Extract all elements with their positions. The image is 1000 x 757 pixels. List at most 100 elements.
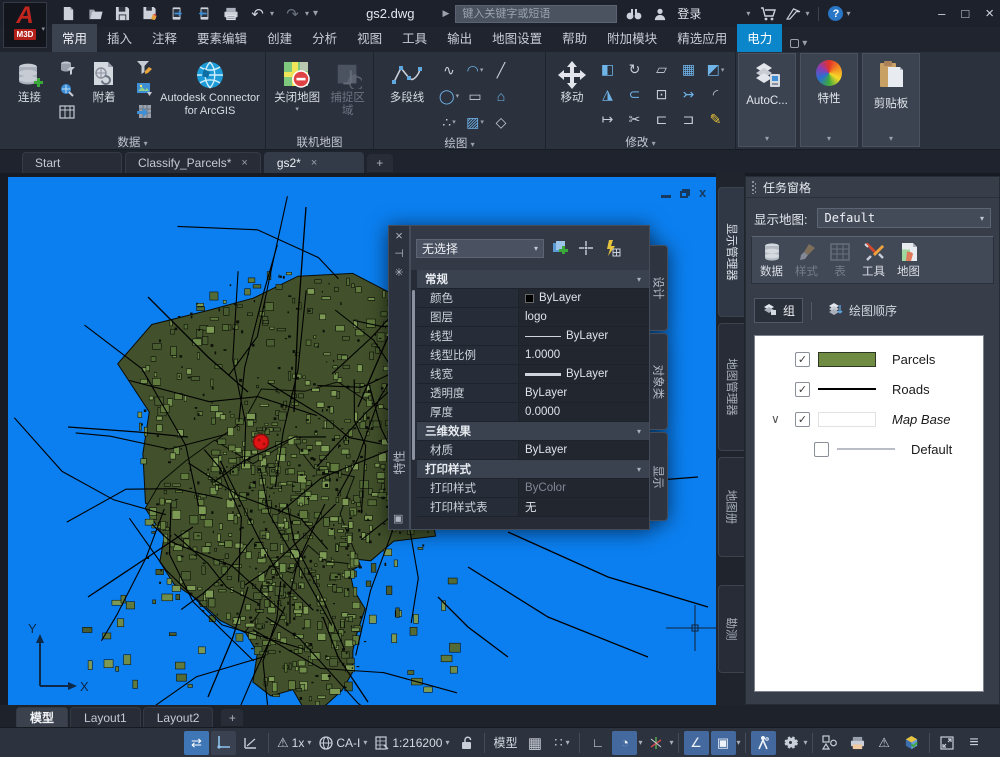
join-icon[interactable]: ↣ — [675, 82, 702, 107]
hatch-icon[interactable]: ▨ ▾ — [462, 109, 488, 135]
object-snap-icon[interactable]: ▣ — [710, 730, 736, 755]
property-value[interactable]: 0.0000 — [519, 403, 649, 421]
taskpane-tool-4[interactable]: 工具 — [862, 242, 885, 279]
legend-checkbox[interactable]: ✓ — [795, 411, 810, 427]
task-pane-titlebar[interactable]: 任务窗格 — [746, 177, 999, 198]
palette-tab-2[interactable]: 对象类 — [650, 333, 668, 430]
model-space-button[interactable]: 模型 — [490, 731, 520, 755]
file-tab-close-icon[interactable]: × — [241, 157, 247, 169]
close-button[interactable]: × — [985, 5, 994, 22]
ribbon-tab-5[interactable]: 创建 — [257, 24, 302, 52]
map-import-icon[interactable] — [135, 103, 153, 121]
app-store-cart-icon[interactable] — [759, 5, 776, 22]
connect-button[interactable]: 连接 — [4, 55, 55, 134]
search-input[interactable] — [455, 4, 618, 23]
palette-tab-1[interactable]: 设计 — [650, 245, 668, 331]
panel-modify-label[interactable]: 修改 ▾ — [546, 134, 735, 150]
ribbon-tab-11[interactable]: 帮助 — [552, 24, 597, 52]
drag-handle-icon[interactable] — [752, 180, 756, 194]
circle-icon[interactable]: ◯ ▾ — [436, 83, 462, 109]
ribbon-tab-8[interactable]: 工具 — [392, 24, 437, 52]
image-insert-icon[interactable] — [135, 81, 153, 99]
search-expand-icon[interactable]: ▶ — [442, 8, 449, 19]
panel-autocad[interactable]: AutoC... ▾ — [738, 53, 796, 147]
minimize-button[interactable]: – — [938, 6, 945, 21]
ribbon-tab-10[interactable]: 地图设置 — [482, 24, 552, 52]
ribbon-tab-6[interactable]: 分析 — [302, 24, 347, 52]
legend-checkbox[interactable]: ✓ — [795, 381, 810, 397]
legend-checkbox[interactable] — [814, 441, 829, 457]
lengthen-icon[interactable]: ↦ — [594, 107, 621, 132]
ribbon-tab-13[interactable]: 精选应用 — [667, 24, 737, 52]
quick-select-icon[interactable] — [550, 238, 570, 258]
ribbon-tab-3[interactable]: 注释 — [142, 24, 187, 52]
file-tab-close-icon[interactable]: × — [311, 157, 317, 169]
overlap-icon[interactable]: ◩ ▾ — [702, 57, 729, 82]
ribbon-tab-4[interactable]: 要素编辑 — [187, 24, 257, 52]
customization-menu-icon[interactable]: ≡ — [962, 731, 987, 755]
polyline-button[interactable]: 多段线 — [378, 55, 436, 135]
taskpane-tool-1[interactable]: 数据 — [760, 242, 783, 279]
polar-tracking-icon[interactable]: ◔ — [612, 730, 638, 755]
expand-chevron-icon[interactable]: ∨ — [771, 412, 795, 426]
taskpane-tool-5[interactable]: 地图 — [897, 242, 920, 279]
map-scale-button[interactable]: 1:216200 ▾ — [372, 731, 452, 755]
break-point-icon[interactable]: ⊐ — [675, 107, 702, 132]
array-icon[interactable]: ▦ — [675, 57, 702, 82]
autodesk-logo-icon[interactable] — [785, 5, 802, 22]
open-file-icon[interactable] — [87, 5, 104, 22]
panel-properties[interactable]: 特性 ▾ — [800, 53, 858, 147]
legend-checkbox[interactable]: ✓ — [795, 351, 810, 367]
copy-icon[interactable]: ◧ — [594, 57, 621, 82]
arcgis-connector-button[interactable]: Autodesk Connector for ArcGIS — [159, 55, 261, 134]
coordinate-system-button[interactable]: CA-I ▾ — [316, 731, 370, 755]
section-collapse-icon[interactable]: ▾ — [637, 427, 641, 436]
new-drawing-tab-button[interactable]: + — [366, 154, 393, 172]
layout-tab-模型[interactable]: 模型 — [16, 707, 69, 727]
file-tab[interactable]: Start — [22, 152, 122, 173]
stretch-icon[interactable]: ▱ — [648, 57, 675, 82]
dock-tab-3[interactable]: 地图册 — [718, 457, 744, 557]
plot-status-icon[interactable] — [845, 731, 870, 755]
grid-axes-icon[interactable] — [211, 730, 236, 755]
panel-online-map-label[interactable]: 联机地图 — [266, 134, 373, 150]
scale-icon[interactable]: ⊡ — [648, 82, 675, 107]
ribbon-tab-1[interactable]: 常用 — [52, 24, 98, 52]
close-map-button[interactable]: 关闭地图 ▾ — [270, 55, 324, 134]
settings-gear-icon[interactable] — [778, 731, 803, 755]
plot-icon[interactable] — [222, 5, 239, 22]
mirror-icon[interactable]: ◮ — [594, 82, 621, 107]
redo-caret-icon[interactable]: ▾ — [305, 9, 309, 18]
maximize-button[interactable]: □ — [961, 6, 969, 21]
table-data-icon[interactable] — [58, 103, 76, 121]
panel-draw-label[interactable]: 绘图 ▾ — [374, 135, 545, 151]
undo-icon[interactable]: ↶ — [249, 5, 266, 23]
palette-close-icon[interactable]: × — [395, 229, 403, 242]
warning-status-icon[interactable]: ⚠ — [872, 731, 897, 755]
palette-tab-3[interactable]: 显示 — [650, 432, 668, 521]
geo-search-icon[interactable] — [58, 81, 76, 99]
model-paper-toggle-icon[interactable]: ⇄ — [184, 730, 209, 755]
annotation-scale-button[interactable]: ⚠ 1x ▾ — [274, 731, 314, 755]
graphics-performance-icon[interactable] — [899, 731, 924, 755]
ribbon-display-toggle-icon[interactable]: ▾ — [790, 38, 807, 49]
section-collapse-icon[interactable]: ▾ — [637, 465, 641, 474]
property-value[interactable]: ByLayer — [519, 327, 649, 345]
file-tab[interactable]: Classify_Parcels* × — [125, 152, 261, 173]
property-value[interactable]: ByColor — [519, 479, 649, 497]
property-value[interactable]: logo — [519, 308, 649, 326]
display-map-dropdown[interactable]: Default ▾ — [817, 208, 991, 228]
palette-settings-icon[interactable]: ✳ — [394, 268, 403, 279]
grid-display-icon[interactable]: ▦ — [522, 731, 547, 755]
property-value[interactable]: 1.0000 — [519, 346, 649, 364]
signin-caret-icon[interactable]: ▾ — [746, 9, 750, 18]
taskpane-tab-1[interactable]: 组 — [754, 298, 804, 323]
drawing-restore-icon[interactable] — [680, 188, 690, 198]
layout-tab-Layout1[interactable]: Layout1 — [70, 707, 141, 727]
layout-tab-Layout2[interactable]: Layout2 — [142, 707, 214, 727]
property-value[interactable]: ByLayer — [519, 289, 649, 307]
ribbon-tab-7[interactable]: 视图 — [347, 24, 392, 52]
signin-button[interactable]: 登录 — [677, 5, 701, 22]
panel-clipboard[interactable]: 剪贴板 ▾ — [862, 53, 920, 147]
new-file-icon[interactable] — [60, 5, 77, 22]
